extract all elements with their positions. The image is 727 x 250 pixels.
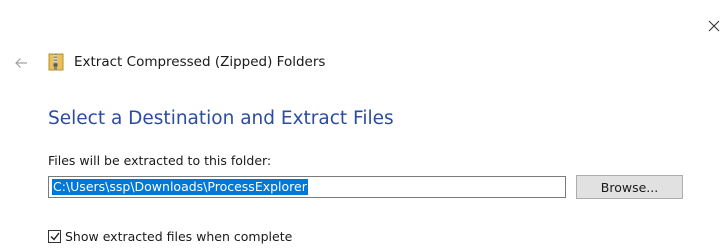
show-files-checkbox[interactable] <box>48 229 61 243</box>
zip-folder-icon <box>48 52 64 72</box>
back-button[interactable] <box>8 52 34 74</box>
show-files-option[interactable]: Show extracted files when complete <box>48 228 292 244</box>
browse-button[interactable]: Browse... <box>576 175 683 199</box>
destination-input[interactable]: C:\Users\ssp\Downloads\ProcessExplorer <box>48 176 566 198</box>
checkmark-icon <box>50 232 60 241</box>
window-title: Extract Compressed (Zipped) Folders <box>74 54 326 70</box>
wizard-header: Extract Compressed (Zipped) Folders <box>48 51 325 73</box>
back-arrow-icon <box>15 58 27 68</box>
close-button[interactable] <box>700 12 727 40</box>
destination-value: C:\Users\ssp\Downloads\ProcessExplorer <box>52 179 308 195</box>
show-files-label: Show extracted files when complete <box>65 228 293 244</box>
close-icon <box>708 20 720 32</box>
page-heading: Select a Destination and Extract Files <box>48 108 394 129</box>
destination-label: Files will be extracted to this folder: <box>48 153 272 168</box>
